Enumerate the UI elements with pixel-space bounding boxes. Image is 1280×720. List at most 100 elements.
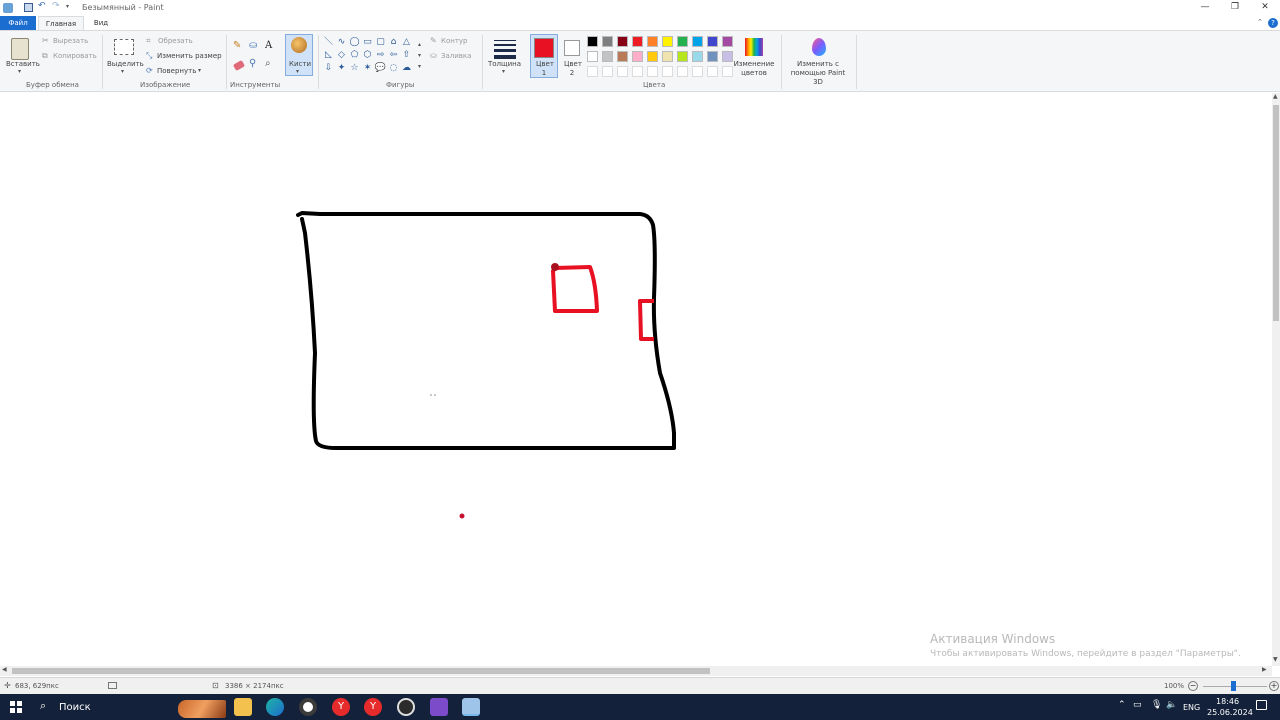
zoom-out-icon[interactable]: − — [1188, 681, 1198, 691]
visual-studio-icon[interactable] — [430, 698, 448, 716]
redo-icon[interactable]: ↷ — [52, 1, 60, 11]
select-icon[interactable] — [114, 39, 134, 55]
select-dropdown-icon[interactable]: ▾ — [121, 68, 124, 75]
clock-time[interactable]: 18:46 — [1216, 697, 1239, 706]
zoom-in-icon[interactable]: + — [1269, 681, 1279, 691]
shapes-scroll-icon[interactable]: ▴ ▾ ▾ — [418, 39, 421, 72]
edge-browser-icon[interactable] — [266, 698, 284, 716]
shape-icon[interactable]: ☁ — [400, 62, 413, 75]
color2-swatch[interactable] — [564, 40, 580, 56]
palette-swatch[interactable] — [617, 36, 628, 47]
shape-icon[interactable]: △ — [400, 36, 413, 49]
shape-icon[interactable]: ＼ — [322, 36, 335, 49]
taskbar-search[interactable]: Поиск — [59, 702, 91, 713]
resize-button[interactable]: Изменить размер — [157, 52, 222, 61]
custom-color-slot[interactable] — [647, 66, 658, 77]
obs-icon[interactable] — [397, 698, 415, 716]
copy-button[interactable]: Копировать — [53, 52, 97, 61]
palette-swatch[interactable] — [632, 51, 643, 62]
scroll-left-icon[interactable]: ◀ — [2, 666, 7, 673]
shape-icon[interactable]: ▢ — [374, 36, 387, 49]
custom-color-slot[interactable] — [602, 66, 613, 77]
shape-icon[interactable]: ✦ — [335, 62, 348, 75]
outline-button[interactable]: Контур — [441, 37, 468, 46]
palette-swatch[interactable] — [647, 36, 658, 47]
minimize-button[interactable]: — — [1190, 0, 1220, 16]
palette-swatch[interactable] — [602, 51, 613, 62]
custom-color-slot[interactable] — [662, 66, 673, 77]
yandex-music-icon[interactable]: Y — [364, 698, 382, 716]
shape-icon[interactable]: ⬡ — [361, 49, 374, 62]
tab-view[interactable]: Вид — [86, 16, 116, 30]
save-icon[interactable] — [24, 3, 33, 12]
palette-swatch[interactable] — [587, 36, 598, 47]
palette-swatch[interactable] — [662, 36, 673, 47]
tab-file[interactable]: Файл — [0, 16, 36, 30]
volume-icon[interactable]: 🔈 — [1166, 700, 1177, 710]
tray-chevron-icon[interactable]: ⌃ — [1118, 700, 1126, 710]
maximize-button[interactable]: ❐ — [1220, 0, 1250, 16]
help-icon[interactable]: ? — [1268, 18, 1278, 28]
shape-icon[interactable]: ◺ — [322, 49, 335, 62]
chrome-browser-icon[interactable] — [299, 698, 317, 716]
edit-colors-button[interactable]: Изменение цветов — [730, 60, 778, 78]
magnifier-icon[interactable]: ⌕ — [265, 58, 271, 69]
palette-swatch[interactable] — [632, 36, 643, 47]
network-icon[interactable]: ▭ — [1133, 700, 1142, 710]
paint3d-icon[interactable] — [812, 38, 826, 56]
palette-swatch[interactable] — [722, 36, 733, 47]
vertical-scrollbar[interactable]: ▲ ▼ — [1272, 93, 1280, 666]
clipboard-icon[interactable] — [11, 38, 29, 60]
brushes-dropdown-icon[interactable]: ▾ — [296, 68, 299, 75]
paste-button[interactable]: Вставить — [6, 60, 40, 69]
shape-icon[interactable]: ☆ — [348, 62, 361, 75]
shape-icon[interactable]: ◇ — [335, 49, 348, 62]
language-indicator[interactable]: ENG — [1183, 703, 1200, 712]
palette-swatch[interactable] — [677, 51, 688, 62]
edit-colors-icon[interactable] — [745, 38, 763, 56]
cut-button[interactable]: Вырезать — [53, 37, 88, 46]
palette-swatch[interactable] — [707, 36, 718, 47]
line-width-dropdown-icon[interactable]: ▾ — [502, 68, 505, 75]
select-button[interactable]: Выделить — [107, 60, 144, 69]
rotate-button[interactable]: Повернуть — [157, 67, 196, 76]
paint-taskbar-icon[interactable] — [462, 698, 480, 716]
horizontal-scroll-thumb[interactable] — [12, 668, 710, 674]
crop-button[interactable]: Обрезать — [158, 37, 193, 46]
color2-label[interactable]: Цвет 2 — [564, 60, 582, 78]
scroll-right-icon[interactable]: ▶ — [1262, 666, 1267, 673]
shape-icon[interactable]: ∿ — [335, 36, 348, 49]
palette-swatch[interactable] — [587, 51, 598, 62]
palette-swatch[interactable] — [692, 36, 703, 47]
quick-access-dropdown-icon[interactable]: ▾ — [66, 3, 69, 10]
file-explorer-icon[interactable] — [234, 698, 252, 716]
shape-icon[interactable]: ⬠ — [348, 49, 361, 62]
palette-swatch[interactable] — [707, 51, 718, 62]
shape-icon[interactable]: ⇨ — [374, 49, 387, 62]
tab-home[interactable]: Главная — [38, 16, 84, 30]
line-width-icon[interactable] — [494, 40, 516, 59]
custom-color-slot[interactable] — [617, 66, 628, 77]
microphone-icon[interactable]: 🎙 — [1151, 700, 1162, 710]
palette-swatch[interactable] — [617, 51, 628, 62]
pencil-icon[interactable]: ✎ — [233, 40, 241, 51]
shape-icon[interactable]: ▭ — [361, 36, 374, 49]
canvas[interactable] — [0, 93, 1272, 666]
paint3d-button[interactable]: Изменить с помощью Paint 3D — [785, 60, 851, 87]
rotate-dropdown-icon[interactable]: ▾ — [198, 67, 201, 74]
shape-icon[interactable]: ◌ — [387, 62, 400, 75]
shape-icon[interactable]: ⇩ — [322, 62, 335, 75]
eraser-icon[interactable] — [232, 59, 246, 72]
custom-color-slot[interactable] — [677, 66, 688, 77]
palette-swatch[interactable] — [602, 36, 613, 47]
collapse-ribbon-icon[interactable]: ⌃ — [1257, 18, 1263, 26]
notifications-icon[interactable] — [1256, 700, 1267, 710]
clock-date[interactable]: 25.06.2024 — [1207, 708, 1253, 717]
palette-swatch[interactable] — [647, 51, 658, 62]
canvas-area[interactable]: Активация Windows Чтобы активировать Win… — [0, 93, 1272, 666]
horizontal-scrollbar[interactable]: ◀ ▶ — [0, 666, 1272, 676]
shape-icon[interactable]: ⌂ — [387, 36, 400, 49]
palette-swatch[interactable] — [662, 51, 673, 62]
color-picker-icon[interactable]: ⚲ — [249, 58, 256, 69]
vertical-scroll-thumb[interactable] — [1273, 105, 1279, 321]
